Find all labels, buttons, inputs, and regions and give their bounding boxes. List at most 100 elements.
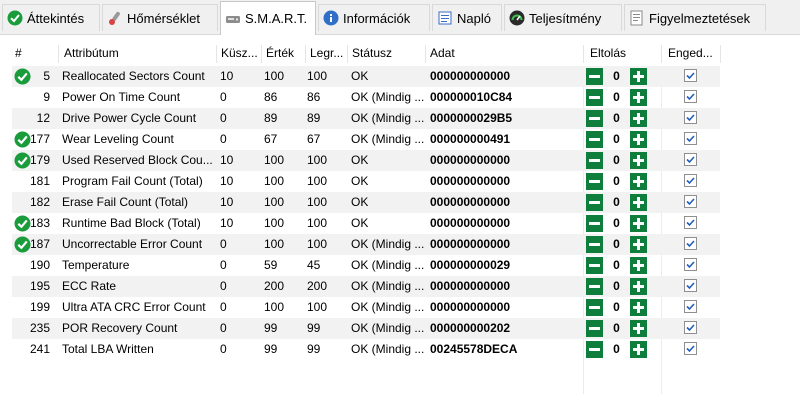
- offset-value[interactable]: 0: [605, 299, 628, 316]
- table-row[interactable]: 187 Uncorrectable Error Count 0 100 100 OK (M…: [12, 234, 720, 255]
- offset-decrement-button[interactable]: [586, 68, 603, 85]
- offset-increment-button[interactable]: [630, 341, 647, 358]
- offset-decrement-button[interactable]: [586, 299, 603, 316]
- offset-increment-button[interactable]: [630, 131, 647, 148]
- offset-increment-button[interactable]: [630, 236, 647, 253]
- enabled-checkbox[interactable]: [684, 69, 697, 82]
- table-row[interactable]: 177 Wear Leveling Count 0 67 67 OK (Mindig ..…: [12, 129, 720, 150]
- attribute-id: 9: [43, 90, 50, 104]
- offset-increment-button[interactable]: [630, 215, 647, 232]
- table-row[interactable]: 195 ECC Rate 0 200 200 OK (Mindig ... 00000000…: [12, 276, 720, 297]
- table-row[interactable]: 12 Drive Power Cycle Count 0 89 89 OK (Mindig…: [12, 108, 720, 129]
- threshold-value: 10: [220, 69, 234, 83]
- tab-label: S.M.A.R.T.: [245, 11, 308, 26]
- column-header-worst[interactable]: Legr...: [310, 43, 343, 63]
- enabled-checkbox[interactable]: [684, 258, 697, 271]
- offset-increment-button[interactable]: [630, 299, 647, 316]
- smart-panel: # Attribútum Küsz... Érték Legr... Státu…: [0, 35, 800, 394]
- table-row[interactable]: 183 Runtime Bad Block (Total) 10 100 100 OK 00…: [12, 213, 720, 234]
- column-header-attribute[interactable]: Attribútum: [64, 43, 119, 63]
- current-value: 100: [264, 195, 285, 209]
- offset-value[interactable]: 0: [605, 236, 628, 253]
- offset-increment-button[interactable]: [630, 68, 647, 85]
- enabled-checkbox[interactable]: [684, 195, 697, 208]
- offset-value[interactable]: 0: [605, 131, 628, 148]
- table-row[interactable]: 182 Erase Fail Count (Total) 10 100 100 OK 000…: [12, 192, 720, 213]
- enabled-checkbox[interactable]: [684, 300, 697, 313]
- table-row[interactable]: 5 Reallocated Sectors Count 10 100 100 OK 0000…: [12, 66, 720, 87]
- minus-icon: [589, 306, 600, 309]
- column-header-data[interactable]: Adat: [430, 43, 455, 63]
- tab-smart[interactable]: S.M.A.R.T.: [220, 1, 316, 35]
- table-row[interactable]: 199 Ultra ATA CRC Error Count 0 100 100 OK (M…: [12, 297, 720, 318]
- offset-decrement-button[interactable]: [586, 236, 603, 253]
- offset-decrement-button[interactable]: [586, 278, 603, 295]
- attribute-id: 183: [29, 216, 50, 230]
- offset-value[interactable]: 0: [605, 341, 628, 358]
- tab-warnings[interactable]: Figyelmeztetések: [624, 4, 766, 31]
- column-divider: [305, 45, 306, 63]
- offset-value[interactable]: 0: [605, 89, 628, 106]
- offset-decrement-button[interactable]: [586, 320, 603, 337]
- tab-overview[interactable]: Áttekintés: [2, 4, 100, 31]
- column-header-offset[interactable]: Eltolás: [590, 43, 626, 63]
- column-header-value[interactable]: Érték: [266, 43, 294, 63]
- offset-decrement-button[interactable]: [586, 131, 603, 148]
- enabled-checkbox[interactable]: [684, 132, 697, 145]
- enabled-checkbox[interactable]: [684, 111, 697, 124]
- table-row[interactable]: 235 POR Recovery Count 0 99 99 OK (Mindig ...…: [12, 318, 720, 339]
- enabled-checkbox[interactable]: [684, 237, 697, 250]
- offset-increment-button[interactable]: [630, 320, 647, 337]
- enabled-checkbox[interactable]: [684, 216, 697, 229]
- tab-information[interactable]: Információk: [318, 4, 430, 31]
- offset-decrement-button[interactable]: [586, 257, 603, 274]
- column-header-threshold[interactable]: Küsz...: [221, 43, 258, 63]
- table-row[interactable]: 179 Used Reserved Block Cou... 10 100 100 OK 0…: [12, 150, 720, 171]
- tab-log[interactable]: Napló: [432, 4, 502, 31]
- offset-decrement-button[interactable]: [586, 110, 603, 127]
- offset-increment-button[interactable]: [630, 173, 647, 190]
- log-icon: [438, 11, 452, 25]
- offset-value[interactable]: 0: [605, 194, 628, 211]
- offset-increment-button[interactable]: [630, 110, 647, 127]
- offset-increment-button[interactable]: [630, 278, 647, 295]
- column-divider: [425, 45, 426, 63]
- offset-value[interactable]: 0: [605, 215, 628, 232]
- offset-value[interactable]: 0: [605, 278, 628, 295]
- offset-decrement-button[interactable]: [586, 215, 603, 232]
- offset-value[interactable]: 0: [605, 320, 628, 337]
- enabled-checkbox[interactable]: [684, 321, 697, 334]
- offset-value[interactable]: 0: [605, 152, 628, 169]
- offset-value[interactable]: 0: [605, 68, 628, 85]
- offset-decrement-button[interactable]: [586, 194, 603, 211]
- offset-increment-button[interactable]: [630, 257, 647, 274]
- tab-performance[interactable]: Teljesítmény: [504, 4, 622, 31]
- offset-value[interactable]: 0: [605, 110, 628, 127]
- table-row[interactable]: 241 Total LBA Written 0 99 99 OK (Mindig ... 0…: [12, 339, 720, 360]
- column-header-enabled[interactable]: Enged...: [668, 43, 713, 63]
- enabled-checkbox[interactable]: [684, 279, 697, 292]
- offset-increment-button[interactable]: [630, 89, 647, 106]
- table-row[interactable]: 190 Temperature 0 59 45 OK (Mindig ... 0000000…: [12, 255, 720, 276]
- offset-increment-button[interactable]: [630, 194, 647, 211]
- attribute-id: 181: [29, 174, 50, 188]
- tab-temperature[interactable]: Hőmérséklet: [102, 4, 218, 31]
- offset-increment-button[interactable]: [630, 152, 647, 169]
- checkmark-icon: [7, 10, 23, 26]
- column-header-status[interactable]: Státusz: [352, 43, 392, 63]
- enabled-checkbox[interactable]: [684, 342, 697, 355]
- offset-decrement-button[interactable]: [586, 173, 603, 190]
- offset-value[interactable]: 0: [605, 257, 628, 274]
- enabled-checkbox[interactable]: [684, 90, 697, 103]
- table-row[interactable]: 9 Power On Time Count 0 86 86 OK (Mindig ... 0…: [12, 87, 720, 108]
- enabled-checkbox[interactable]: [684, 153, 697, 166]
- enabled-checkbox[interactable]: [684, 174, 697, 187]
- offset-decrement-button[interactable]: [586, 341, 603, 358]
- offset-decrement-button[interactable]: [586, 89, 603, 106]
- column-header-num[interactable]: #: [15, 43, 22, 63]
- raw-data: 000000010C84: [430, 90, 513, 104]
- table-row[interactable]: 181 Program Fail Count (Total) 10 100 100 OK 0…: [12, 171, 720, 192]
- status-text: OK (Mindig ...: [351, 90, 425, 104]
- offset-decrement-button[interactable]: [586, 152, 603, 169]
- offset-value[interactable]: 0: [605, 173, 628, 190]
